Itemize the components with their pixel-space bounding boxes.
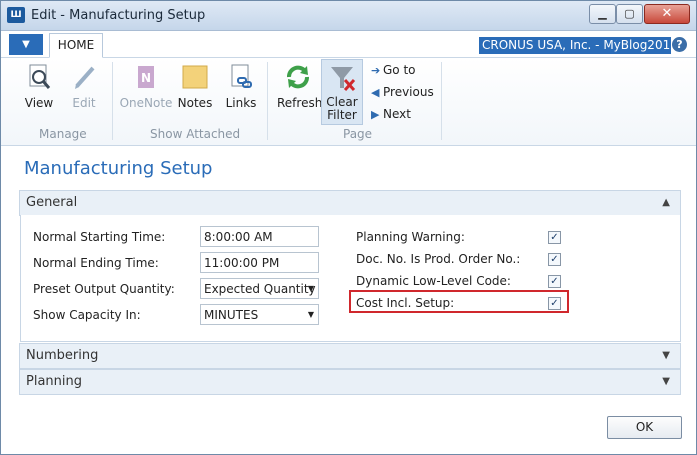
doc-no-prod-order-checkbox[interactable]: ✓ xyxy=(548,253,561,266)
app-logo-icon: Ш xyxy=(7,7,25,23)
arrow-right-icon: ➔ xyxy=(371,64,381,77)
ribbon-separator xyxy=(112,62,113,140)
clear-filter-button[interactable]: Clear Filter xyxy=(321,59,363,125)
tab-home[interactable]: HOME xyxy=(49,33,103,58)
dropdown-arrow-icon: ▼ xyxy=(307,284,314,293)
ok-button[interactable]: OK xyxy=(607,416,682,439)
svg-text:N: N xyxy=(141,71,151,85)
show-capacity-in-value: MINUTES xyxy=(204,308,259,322)
links-label: Links xyxy=(225,96,257,110)
fasttab-general[interactable]: General ▲ xyxy=(19,190,681,216)
next-button[interactable]: ▶ Next xyxy=(371,107,411,121)
normal-ending-time-value: 11:00:00 PM xyxy=(204,256,280,270)
view-label: View xyxy=(24,96,54,110)
page-title: Manufacturing Setup xyxy=(24,158,213,179)
clear-filter-label-line1: Clear xyxy=(326,95,358,109)
refresh-button[interactable]: Refresh xyxy=(277,62,323,110)
notes-button[interactable]: Notes xyxy=(177,62,213,110)
normal-starting-time-value: 8:00:00 AM xyxy=(204,230,273,244)
group-label-page: Page xyxy=(343,127,373,141)
clear-filter-label-line2: Filter xyxy=(327,108,357,122)
view-icon xyxy=(29,64,51,89)
notes-label: Notes xyxy=(177,96,213,110)
links-button[interactable]: Links xyxy=(223,62,259,110)
dropdown-arrow-icon: ▼ xyxy=(307,310,314,319)
onenote-label: OneNote xyxy=(119,96,173,110)
triangle-right-icon: ▶ xyxy=(371,108,380,121)
notes-icon xyxy=(182,65,208,89)
highlight-box xyxy=(349,290,569,313)
chevron-down-icon[interactable]: ▼ xyxy=(662,370,670,394)
fasttab-numbering[interactable]: Numbering ▼ xyxy=(19,343,681,369)
planning-warning-checkbox[interactable]: ✓ xyxy=(548,231,561,244)
ribbon-separator xyxy=(267,62,268,140)
pencil-icon xyxy=(75,66,95,89)
application-menu-button[interactable]: ▼ xyxy=(9,34,43,55)
links-icon xyxy=(231,64,252,88)
minimize-button[interactable]: ▁ xyxy=(589,4,616,24)
dialog-window: Ш Edit - Manufacturing Setup ▁ ▢ ✕ ▼ HOM… xyxy=(0,0,697,455)
dynamic-low-level-code-checkbox[interactable]: ✓ xyxy=(548,275,561,288)
refresh-icon xyxy=(287,65,309,89)
normal-ending-time-label: Normal Ending Time: xyxy=(33,256,159,270)
edit-label: Edit xyxy=(72,96,96,110)
fasttab-numbering-label: Numbering xyxy=(26,348,99,363)
ribbon: View Edit Manage N OneNote Notes Links S… xyxy=(1,58,696,146)
goto-label: Go to xyxy=(383,63,416,77)
fasttab-planning-label: Planning xyxy=(26,374,82,389)
ribbon-tab-row: ▼ HOME CRONUS USA, Inc. - MyBlog2013... … xyxy=(1,31,696,58)
show-capacity-in-select[interactable]: MINUTES ▼ xyxy=(200,304,319,325)
view-button[interactable]: View xyxy=(21,62,57,110)
fasttab-general-label: General xyxy=(26,195,78,210)
group-label-manage: Manage xyxy=(39,127,87,141)
title-bar: Ш Edit - Manufacturing Setup ▁ ▢ ✕ xyxy=(1,1,696,31)
normal-ending-time-field[interactable]: 11:00:00 PM xyxy=(200,252,319,273)
edit-button[interactable]: Edit xyxy=(66,62,102,110)
clear-filter-icon xyxy=(331,67,356,92)
onenote-button[interactable]: N OneNote xyxy=(119,62,173,110)
preset-output-quantity-select[interactable]: Expected Quantity ▼ xyxy=(200,278,319,299)
normal-starting-time-label: Normal Starting Time: xyxy=(33,230,166,244)
onenote-icon: N xyxy=(138,66,154,88)
normal-starting-time-field[interactable]: 8:00:00 AM xyxy=(200,226,319,247)
planning-warning-label: Planning Warning: xyxy=(356,230,465,244)
triangle-left-icon: ◀ xyxy=(371,86,380,99)
chevron-down-icon[interactable]: ▼ xyxy=(662,344,670,368)
window-title: Edit - Manufacturing Setup xyxy=(31,8,206,23)
goto-button[interactable]: ➔ Go to xyxy=(371,63,416,77)
previous-button[interactable]: ◀ Previous xyxy=(371,85,434,99)
preset-output-quantity-value: Expected Quantity xyxy=(204,282,316,296)
group-label-show-attached: Show Attached xyxy=(150,127,241,141)
next-label: Next xyxy=(383,107,411,121)
previous-label: Previous xyxy=(383,85,434,99)
preset-output-quantity-label: Preset Output Quantity: xyxy=(33,282,175,296)
company-badge[interactable]: CRONUS USA, Inc. - MyBlog2013... xyxy=(479,37,671,54)
dynamic-low-level-code-label: Dynamic Low-Level Code: xyxy=(356,274,511,288)
maximize-button[interactable]: ▢ xyxy=(616,4,643,24)
refresh-label: Refresh xyxy=(277,96,323,110)
help-icon[interactable]: ? xyxy=(672,37,687,52)
fasttab-planning[interactable]: Planning ▼ xyxy=(19,369,681,395)
ribbon-separator xyxy=(441,62,442,140)
general-body: Normal Starting Time: 8:00:00 AM Normal … xyxy=(20,215,681,342)
chevron-up-icon[interactable]: ▲ xyxy=(662,191,670,215)
doc-no-prod-order-label: Doc. No. Is Prod. Order No.: xyxy=(356,252,521,266)
close-button[interactable]: ✕ xyxy=(644,4,690,24)
show-capacity-in-label: Show Capacity In: xyxy=(33,308,141,322)
